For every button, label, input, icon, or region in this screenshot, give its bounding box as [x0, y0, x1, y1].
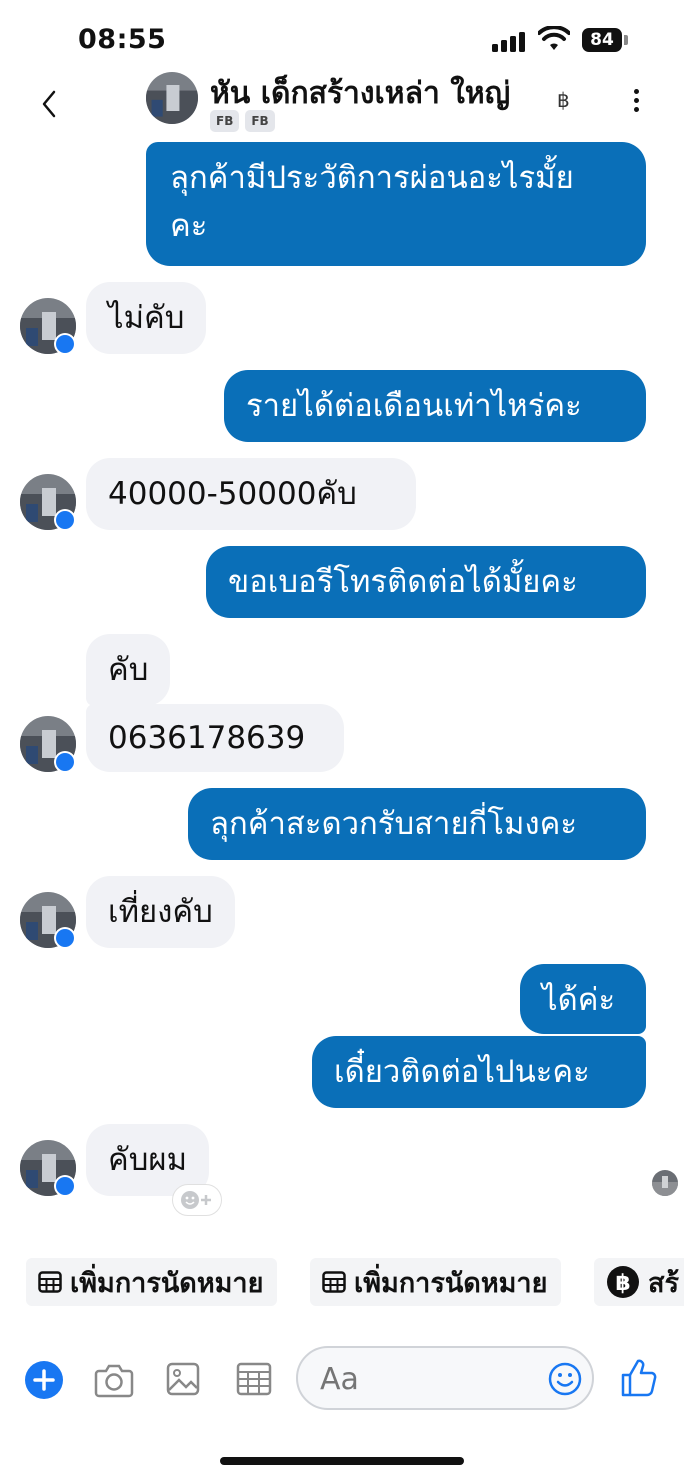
camera-icon[interactable]	[94, 1362, 134, 1398]
messenger-badge-icon	[54, 333, 76, 355]
message-outgoing[interactable]: รายได้ต่อเดือนเท่าไหร่คะ	[224, 370, 646, 442]
calendar-icon	[322, 1271, 346, 1293]
quick-action-label: เพิ่มการนัดหมาย	[70, 1267, 264, 1299]
message-outgoing[interactable]: ลุกค้าสะดวกรับสายกี่โมงคะ	[188, 788, 646, 860]
calendar-icon	[38, 1271, 62, 1293]
message-incoming[interactable]: ไม่คับ	[86, 282, 207, 354]
seen-receipt-avatar	[652, 1170, 678, 1196]
template-icon[interactable]	[236, 1362, 272, 1396]
quick-action-create[interactable]: ฿ สร้	[594, 1258, 684, 1306]
svg-text:฿: ฿	[615, 1271, 630, 1296]
like-thumb-icon[interactable]	[620, 1358, 658, 1398]
message-input[interactable]	[318, 1358, 542, 1400]
quick-action-add-appointment[interactable]: เพิ่มการนัดหมาย	[26, 1258, 278, 1306]
quick-action-label: สร้	[648, 1267, 679, 1299]
message-outgoing[interactable]: เดี๋ยวติดต่อไปนะคะ	[312, 1036, 646, 1108]
baht-icon: ฿	[607, 1266, 639, 1298]
quick-action-label: เพิ่มการนัดหมาย	[354, 1267, 548, 1299]
message-outgoing[interactable]: ได้ค่ะ	[520, 964, 646, 1034]
tag-fb: FB	[245, 110, 275, 132]
message-outgoing[interactable]: ขอเบอรีโทรติดต่อได้มั้ยคะ	[206, 546, 646, 618]
emoji-icon[interactable]	[548, 1362, 582, 1396]
messenger-badge-icon	[54, 1175, 76, 1197]
image-icon[interactable]	[166, 1362, 200, 1396]
message-outgoing[interactable]: ลุกค้ามีประวัติการผ่อนอะไรมั้ย คะ	[146, 142, 646, 266]
message-incoming[interactable]: 0636178639	[86, 704, 344, 772]
message-incoming[interactable]: คับ	[86, 634, 171, 706]
message-incoming[interactable]: 40000-50000คับ	[86, 458, 416, 530]
messenger-badge-icon	[54, 509, 76, 531]
composer-bar	[0, 1340, 684, 1420]
quick-action-add-appointment[interactable]: เพิ่มการนัดหมาย	[310, 1258, 562, 1306]
back-chevron-icon[interactable]	[36, 86, 64, 122]
emoji-add-icon	[181, 1191, 211, 1209]
more-options-icon[interactable]	[627, 86, 645, 120]
chat-header: หัน เด็กสร้างเหล่า ใหญ่ ฿ FB FB	[0, 66, 684, 142]
messenger-badge-icon	[54, 751, 76, 773]
header-contact-avatar[interactable]	[146, 72, 198, 124]
message-text: คะ	[170, 208, 208, 244]
plus-icon[interactable]	[24, 1360, 64, 1400]
message-incoming[interactable]: เที่ยงคับ	[86, 876, 235, 948]
tag-fb: FB	[210, 110, 240, 132]
chat-thread[interactable]: ลุกค้ามีประวัติการผ่อนอะไรมั้ย คะ ไม่คับ…	[0, 0, 684, 1240]
home-indicator[interactable]	[220, 1457, 464, 1465]
message-text: ลุกค้ามีประวัติการผ่อนอะไรมั้ย	[170, 160, 574, 196]
baht-icon[interactable]: ฿	[557, 88, 570, 112]
add-reaction-button[interactable]	[172, 1184, 222, 1216]
contact-tags: FB FB	[210, 110, 275, 132]
messenger-badge-icon	[54, 927, 76, 949]
message-input-field[interactable]	[296, 1346, 594, 1410]
